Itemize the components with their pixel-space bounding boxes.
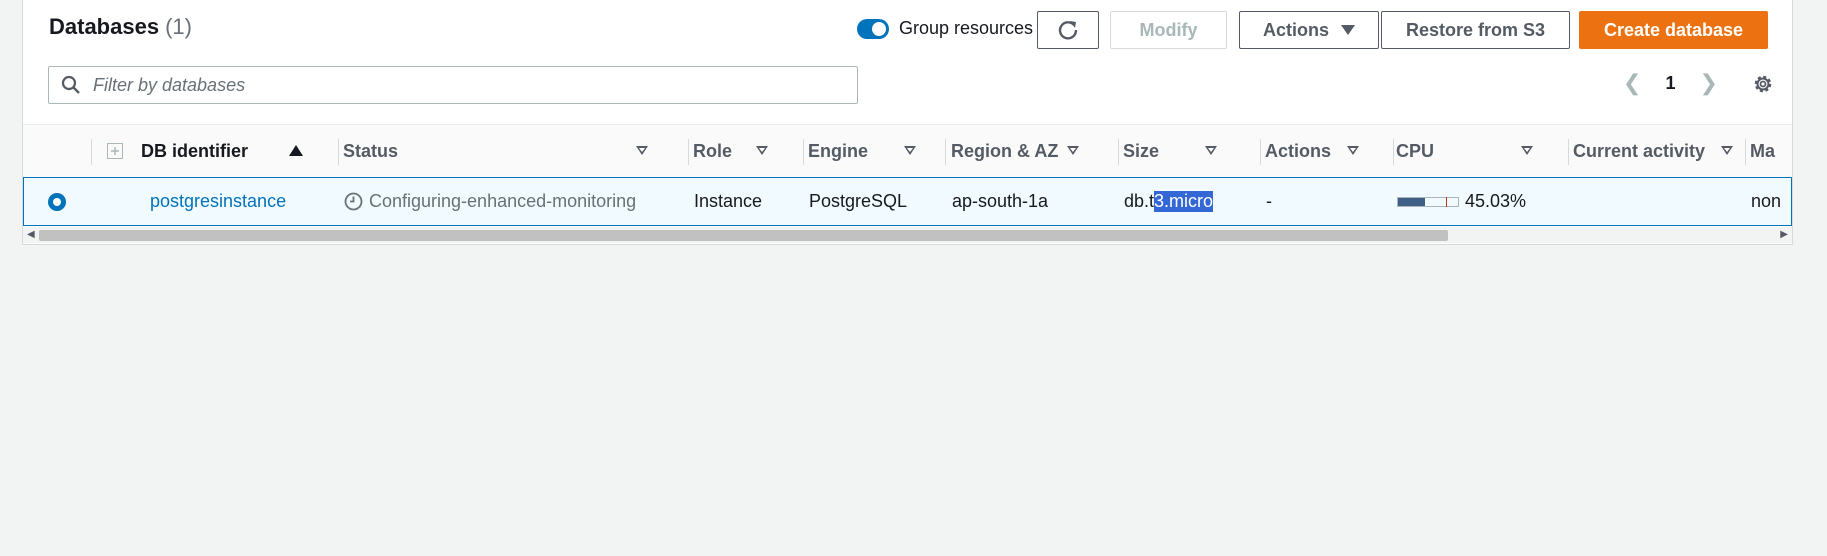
chevron-left-icon[interactable]: ❮ [1623, 70, 1641, 96]
refresh-button[interactable] [1037, 11, 1099, 49]
group-resources-toggle[interactable] [857, 18, 889, 39]
horizontal-scrollbar[interactable]: ◀ ▶ [23, 227, 1792, 243]
scroll-right-arrow-icon[interactable]: ▶ [1780, 229, 1788, 240]
clock-icon [344, 192, 363, 211]
chevron-right-icon[interactable]: ❯ [1699, 70, 1717, 96]
column-header-current-activity[interactable]: Current activity [1573, 125, 1733, 178]
cpu-usage-fill [1398, 197, 1426, 206]
column-header-label: Size [1123, 141, 1160, 161]
size-text-prefix: db.t [1124, 191, 1155, 211]
caret-down-icon [1341, 25, 1355, 35]
restore-from-s3-button[interactable]: Restore from S3 [1381, 11, 1570, 49]
column-header-label: Region & AZ [951, 141, 1059, 161]
column-header-size[interactable]: Size [1123, 125, 1243, 178]
column-header-region-az[interactable]: Region & AZ [951, 125, 1091, 178]
row-select-radio[interactable] [48, 193, 66, 211]
filter-triangle-icon[interactable] [636, 146, 648, 155]
column-separator [1260, 139, 1261, 165]
refresh-icon [1058, 21, 1078, 40]
column-header-db-identifier[interactable]: DB identifier [141, 125, 326, 178]
column-header-label: Status [343, 141, 399, 161]
cpu-usage-bar [1397, 196, 1459, 207]
filter-triangle-icon[interactable] [1521, 146, 1533, 155]
column-separator [945, 139, 946, 165]
column-header-cpu[interactable]: CPU [1396, 125, 1546, 178]
page-number[interactable]: 1 [1665, 73, 1675, 94]
modify-button[interactable]: Modify [1110, 11, 1227, 49]
filter-triangle-icon[interactable] [1067, 146, 1079, 155]
group-resources-control[interactable]: Group resources [857, 18, 1033, 39]
size-cell: db.t 3.micro [1124, 178, 1214, 225]
engine-cell: PostgreSQL [809, 191, 908, 211]
sort-ascending-icon[interactable] [289, 145, 303, 156]
column-separator [338, 139, 339, 165]
scroll-left-arrow-icon[interactable]: ◀ [27, 229, 35, 240]
actions-dropdown-label: Actions [1262, 19, 1329, 40]
page-title-text: Databases [49, 14, 160, 39]
databases-panel: Databases (1) Group resources Modify Acti… [22, 0, 1793, 245]
cpu-cell: 45.03% [1397, 178, 1526, 225]
filter-databases-input[interactable] [91, 73, 835, 97]
role-cell: Instance [694, 191, 763, 211]
column-header-label: Ma [1750, 141, 1776, 161]
search-icon [61, 75, 80, 94]
group-resources-label: Group resources [899, 18, 1034, 38]
filter-triangle-icon[interactable] [756, 146, 768, 155]
column-header-label: Current activity [1573, 141, 1706, 161]
size-text-selected: 3.micro [1154, 191, 1214, 212]
filter-search-box[interactable] [48, 66, 858, 104]
actions-dropdown[interactable]: Actions [1239, 11, 1379, 49]
column-separator [1745, 139, 1746, 165]
cpu-percent-text: 45.03% [1465, 191, 1527, 211]
filter-triangle-icon[interactable] [1205, 146, 1217, 155]
status-text: Configuring-enhanced-monitoring [369, 191, 637, 211]
actions-cell: - [1266, 191, 1272, 211]
column-header-role[interactable]: Role [693, 125, 793, 178]
db-identifier-link[interactable]: postgresinstance [150, 178, 286, 225]
column-header-maintenance[interactable]: Ma [1750, 125, 1790, 178]
status-cell: Configuring-enhanced-monitoring [344, 178, 636, 225]
gear-icon[interactable] [1752, 73, 1774, 95]
region-az-cell: ap-south-1a [952, 191, 1049, 211]
maintenance-cell: non [1751, 191, 1782, 211]
column-header-status[interactable]: Status [343, 125, 669, 178]
column-header-label: Engine [808, 141, 869, 161]
column-separator [1568, 139, 1569, 165]
column-header-actions[interactable]: Actions [1265, 125, 1385, 178]
create-button-label: Create database [1603, 19, 1744, 40]
filter-triangle-icon[interactable] [1347, 146, 1359, 155]
table-header: DB identifier Status Role Engine Region … [23, 124, 1792, 179]
column-header-engine[interactable]: Engine [808, 125, 938, 178]
column-header-label: CPU [1396, 141, 1435, 161]
cpu-threshold-marker [1446, 196, 1447, 207]
column-separator [1393, 139, 1394, 165]
restore-button-label: Restore from S3 [1405, 19, 1546, 40]
column-separator [1118, 139, 1119, 165]
column-separator [688, 139, 689, 165]
page-title: Databases (1) [49, 14, 192, 40]
column-header-label: DB identifier [141, 141, 249, 161]
column-header-label: Role [693, 141, 733, 161]
expand-all-icon[interactable] [107, 143, 123, 159]
scrollbar-thumb[interactable] [39, 230, 1448, 241]
database-count: (1) [165, 14, 192, 39]
column-separator [91, 139, 92, 165]
modify-button-label: Modify [1139, 19, 1198, 40]
create-database-button[interactable]: Create database [1579, 11, 1768, 49]
column-separator [803, 139, 804, 165]
column-header-label: Actions [1265, 141, 1332, 161]
filter-triangle-icon[interactable] [1721, 146, 1733, 155]
pagination: ❮ 1 ❯ [1623, 70, 1718, 96]
filter-triangle-icon[interactable] [904, 146, 916, 155]
table-row[interactable]: postgresinstance Configuring-enhanced-mo… [23, 177, 1792, 226]
